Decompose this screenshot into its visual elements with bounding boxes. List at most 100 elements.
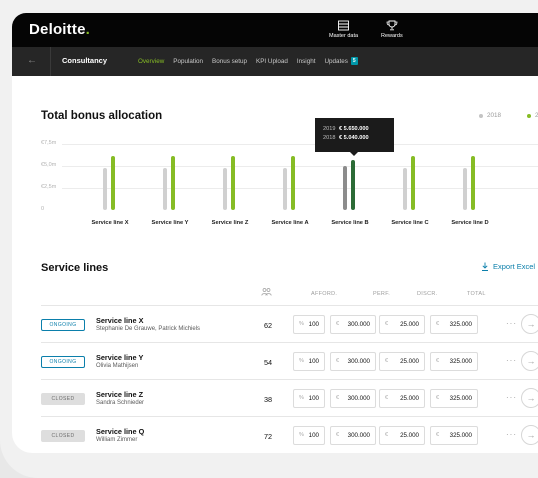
total-field[interactable]: € 325.000	[430, 315, 478, 334]
perf-field[interactable]: € 300.000	[330, 426, 376, 445]
discr-field[interactable]: € 25.000	[379, 315, 425, 334]
field-value: 300.000	[347, 395, 370, 402]
service-line-name[interactable]: Service line Y	[96, 353, 143, 362]
service-line-name[interactable]: Service line X	[96, 316, 143, 325]
tab-insight[interactable]: Insight	[297, 57, 316, 65]
perf-field[interactable]: € 300.000	[330, 352, 376, 371]
field-prefix: €	[436, 432, 440, 438]
bar-2018[interactable]	[103, 167, 107, 210]
legend-swatch-2018	[479, 113, 483, 118]
service-lines-list: ONGOING Service line X Stephanie De Grau…	[41, 305, 538, 453]
more-horizontal-icon[interactable]: ···	[506, 393, 517, 402]
updates-count-badge: 5	[350, 57, 358, 65]
discr-field[interactable]: € 25.000	[379, 352, 425, 371]
arrow-right-icon[interactable]: →	[521, 425, 538, 445]
service-line-name[interactable]: Service line Q	[96, 427, 144, 436]
bar-2018[interactable]	[463, 167, 467, 210]
bar-2018[interactable]	[283, 167, 287, 210]
total-field[interactable]: € 325.000	[430, 389, 478, 408]
column-total[interactable]: TOTAL	[467, 291, 486, 297]
tabs: Overview Population Bonus setup KPI Uplo…	[138, 57, 367, 65]
bar-2018[interactable]	[343, 165, 347, 210]
column-discr[interactable]: DISCR.	[417, 291, 437, 297]
table-row[interactable]: ONGOING Service line X Stephanie De Grau…	[41, 305, 538, 342]
service-line-persons: Sandra Schnieder	[96, 400, 145, 406]
bar-2019[interactable]	[231, 156, 235, 210]
total-field[interactable]: € 325.000	[430, 352, 478, 371]
discr-field[interactable]: € 25.000	[379, 389, 425, 408]
legend-swatch-2019	[527, 113, 531, 118]
trophy-icon	[386, 20, 398, 31]
arrow-right-icon[interactable]: →	[521, 388, 538, 408]
bar-2018[interactable]	[163, 167, 167, 210]
tooltip-row: 2018 € 5.040.000	[323, 134, 386, 143]
bar-2018[interactable]	[403, 167, 407, 210]
afford-field[interactable]: % 100	[293, 315, 325, 334]
afford-field[interactable]: % 100	[293, 389, 325, 408]
legend-label-2018: 2018	[487, 112, 502, 119]
status-badge: CLOSED	[41, 430, 85, 442]
more-horizontal-icon[interactable]: ···	[506, 356, 517, 365]
headcount: 38	[264, 395, 273, 404]
more-horizontal-icon[interactable]: ···	[506, 319, 517, 328]
nav-master-data[interactable]: Master data	[329, 20, 358, 39]
export-excel-button[interactable]: Export Excel	[481, 262, 535, 271]
tab-updates[interactable]: Updates 5	[324, 57, 358, 65]
gridline	[62, 166, 538, 167]
divider	[50, 47, 51, 76]
x-tick-label: Service line Y	[151, 220, 189, 226]
nav-rewards-label: Rewards	[381, 33, 403, 39]
field-prefix: %	[299, 395, 304, 401]
nav-rewards[interactable]: Rewards	[378, 20, 406, 51]
tab-overview[interactable]: Overview	[138, 57, 164, 65]
chart-tooltip: 2019 € 5.650.000 2018 € 5.040.000	[315, 118, 394, 156]
table-row[interactable]: ONGOING Service line Y Olivia Mathijsen …	[41, 342, 538, 379]
bar-2018[interactable]	[223, 167, 227, 210]
column-perf[interactable]: PERF.	[373, 291, 390, 297]
total-field[interactable]: € 325.000	[430, 426, 478, 445]
bar-2019[interactable]	[411, 156, 415, 210]
field-prefix: %	[299, 358, 304, 364]
arrow-left-icon[interactable]: ←	[27, 55, 37, 66]
y-tick-label: 0	[41, 206, 45, 212]
field-value: 325.000	[449, 321, 472, 328]
people-icon	[261, 288, 272, 298]
tab-population[interactable]: Population	[173, 57, 203, 65]
column-afford[interactable]: AFFORD.	[311, 291, 337, 297]
service-line-name[interactable]: Service line Z	[96, 390, 143, 399]
field-prefix: €	[336, 358, 340, 364]
bar-2019[interactable]	[171, 156, 175, 210]
table-row[interactable]: CLOSED Service line Q William Zimmer 72 …	[41, 416, 538, 453]
bar-2019[interactable]	[351, 160, 355, 210]
y-tick-label: €5,0m	[41, 162, 57, 168]
y-tick-label: €7,5m	[41, 140, 57, 146]
arrow-right-icon[interactable]: →	[521, 314, 538, 334]
field-prefix: €	[336, 432, 340, 438]
afford-field[interactable]: % 100	[293, 352, 325, 371]
tab-kpi-upload[interactable]: KPI Upload	[256, 57, 288, 65]
export-excel-label: Export Excel	[493, 262, 536, 271]
headcount: 62	[264, 321, 273, 330]
perf-field[interactable]: € 300.000	[330, 389, 376, 408]
top-bar: Deloitte. Master data Rewards	[12, 13, 538, 51]
field-value: 325.000	[449, 358, 472, 365]
y-tick-label: €2,5m	[41, 184, 57, 190]
bar-2019[interactable]	[471, 156, 475, 210]
table-row[interactable]: CLOSED Service line Z Sandra Schnieder 3…	[41, 379, 538, 416]
deloitte-logo[interactable]: Deloitte.	[29, 21, 90, 38]
field-value: 25.000	[400, 432, 419, 439]
discr-field[interactable]: € 25.000	[379, 426, 425, 445]
afford-field[interactable]: % 100	[293, 426, 325, 445]
arrow-right-icon[interactable]: →	[521, 351, 538, 371]
tab-bonus-setup[interactable]: Bonus setup	[212, 57, 247, 65]
tab-updates-label: Updates	[324, 57, 348, 65]
document-icon	[482, 262, 488, 271]
bar-2019[interactable]	[291, 156, 295, 210]
bar-2019[interactable]	[111, 156, 115, 210]
field-value: 25.000	[400, 358, 419, 365]
field-value: 25.000	[400, 395, 419, 402]
perf-field[interactable]: € 300.000	[330, 315, 376, 334]
x-tick-label: Service line C	[391, 220, 429, 226]
more-horizontal-icon[interactable]: ···	[506, 430, 517, 439]
field-value: 300.000	[347, 321, 370, 328]
